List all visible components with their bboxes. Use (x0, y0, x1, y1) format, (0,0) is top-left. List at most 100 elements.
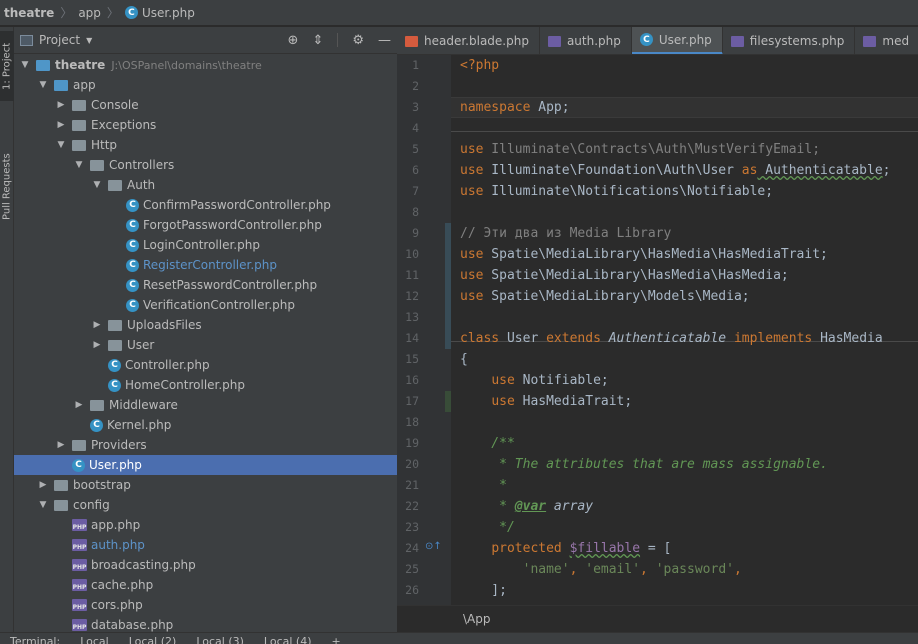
tree-item[interactable]: ▼ app (14, 75, 397, 95)
editor-breadcrumb[interactable]: \App (397, 605, 918, 632)
line-number: 22 (405, 499, 419, 513)
chevron-down-icon[interactable]: ▼ (18, 60, 32, 70)
chevron-right-icon[interactable]: ▶ (90, 320, 104, 330)
code-line[interactable]: { (460, 349, 468, 370)
chevron-down-icon[interactable]: ▼ (54, 140, 68, 150)
line-number: 20 (405, 457, 419, 471)
code-line[interactable]: <?php (460, 55, 499, 76)
code-line[interactable]: use Spatie\MediaLibrary\Models\Media; (460, 286, 750, 307)
code-token: use (460, 163, 484, 178)
toolbar-divider (337, 33, 339, 47)
code-line[interactable]: class User extends Authenticatable imple… (460, 328, 883, 349)
terminal-tab[interactable]: Local (3) (186, 633, 254, 644)
tree-item[interactable]: ▼ config (14, 495, 397, 515)
tree-item[interactable]: ▶ Middleware (14, 395, 397, 415)
new-terminal-button[interactable]: + (322, 633, 351, 644)
tree-item[interactable]: C HomeController.php (14, 375, 397, 395)
minimize-icon[interactable]: — (378, 33, 391, 48)
tree-item[interactable]: C RegisterController.php (14, 255, 397, 275)
chevron-down-icon[interactable]: ▼ (90, 180, 104, 190)
project-panel: Project ▼ ⊕ ⇕ ⚙ — ▼ theatre J:\OSPanel\dom… (14, 27, 408, 632)
tree-item[interactable]: C LoginController.php (14, 235, 397, 255)
code-line[interactable]: use HasMediaTrait; (460, 391, 632, 412)
tree-item[interactable]: ▶ Providers (14, 435, 397, 455)
code-line[interactable]: use Illuminate\Foundation\Auth\User as A… (460, 160, 890, 181)
tree-item[interactable]: ▼ Controllers (14, 155, 397, 175)
code-editor[interactable]: 1 2 3 4 5 6 7 8 9 10 11 12 13 14 15 16 17 18 19 20 21 22 23 24 2… (397, 55, 918, 605)
chevron-right-icon[interactable]: ▶ (54, 440, 68, 450)
chevron-down-icon[interactable]: ▼ (72, 160, 86, 170)
tree-item[interactable]: PHP broadcasting.php (14, 555, 397, 575)
code-line[interactable]: /** (460, 433, 515, 454)
tree-item[interactable]: ▶ Exceptions (14, 115, 397, 135)
tree-item[interactable]: PHP auth.php (14, 535, 397, 555)
breadcrumb-project[interactable]: theatre (4, 6, 54, 20)
code-line[interactable]: ]; (460, 580, 507, 601)
chevron-right-icon[interactable]: ▶ (36, 480, 50, 490)
tree-item[interactable]: C Kernel.php (14, 415, 397, 435)
terminal-tab[interactable]: Local (4) (254, 633, 322, 644)
vcs-change-marker[interactable] (445, 223, 451, 349)
tree-item[interactable]: ▶ User (14, 335, 397, 355)
tree-item[interactable]: PHP cache.php (14, 575, 397, 595)
tree-item[interactable]: C ForgotPasswordController.php (14, 215, 397, 235)
vcs-change-marker[interactable] (445, 391, 451, 412)
code-line[interactable]: * The attributes that are mass assignabl… (460, 454, 828, 475)
tree-item[interactable]: PHP cors.php (14, 595, 397, 615)
tree-item[interactable]: ▶ Console (14, 95, 397, 115)
php-file-icon (863, 35, 877, 47)
code-line[interactable]: 'name', 'email', 'password', (460, 559, 742, 580)
collapse-all-icon[interactable]: ⇕ (312, 33, 323, 48)
editor-tab[interactable]: C User.php (631, 27, 723, 54)
code-line[interactable]: * (460, 475, 507, 496)
locate-file-icon[interactable]: ⊕ (288, 33, 299, 48)
tree-item[interactable]: ▼ Auth (14, 175, 397, 195)
code-line[interactable]: * @var array (460, 496, 593, 517)
breadcrumb-file[interactable]: C User.php (124, 6, 195, 20)
line-number: 11 (405, 268, 419, 282)
class-icon: C (72, 458, 85, 472)
folder-icon (54, 499, 68, 511)
breadcrumb-app[interactable]: app (78, 6, 101, 20)
terminal-tab[interactable]: Local (70, 633, 119, 644)
terminal-tab[interactable]: Local (2) (119, 633, 187, 644)
project-view-selector[interactable]: Project ▼ (20, 33, 92, 47)
code-line[interactable]: use Notifiable; (460, 370, 608, 391)
code-line[interactable]: use Spatie\MediaLibrary\HasMedia\HasMedi… (460, 244, 828, 265)
code-line[interactable]: */ (460, 517, 515, 538)
code-line[interactable]: use Illuminate\Notifications\Notifiable; (460, 181, 773, 202)
code-line[interactable]: // Эти два из Media Library (460, 223, 671, 244)
php-file-icon: PHP (72, 579, 87, 591)
code-line[interactable]: use Illuminate\Contracts\Auth\MustVerify… (460, 139, 820, 160)
tree-item[interactable]: ▼ Http (14, 135, 397, 155)
override-marker-icon[interactable]: ⊙↑ (425, 541, 442, 552)
editor-tab[interactable]: med (855, 27, 918, 54)
chevron-right-icon[interactable]: ▶ (54, 120, 68, 130)
code-line[interactable]: use Spatie\MediaLibrary\HasMedia\HasMedi… (460, 265, 789, 286)
chevron-down-icon[interactable]: ▼ (36, 500, 50, 510)
chevron-right-icon[interactable]: ▶ (90, 340, 104, 350)
code-line[interactable]: protected $fillable = [ (460, 538, 671, 559)
tree-item-label: Auth (127, 178, 156, 192)
tree-item[interactable]: ▶ UploadsFiles (14, 315, 397, 335)
chevron-right-icon[interactable]: ▶ (72, 400, 86, 410)
tree-item[interactable]: PHP app.php (14, 515, 397, 535)
code-token: , (733, 562, 742, 577)
tree-item[interactable]: C ResetPasswordController.php (14, 275, 397, 295)
tree-item[interactable]: C User.php (14, 455, 397, 475)
chevron-down-icon[interactable]: ▼ (36, 80, 50, 90)
tree-item[interactable]: ▼ theatre J:\OSPanel\domains\theatre (14, 55, 397, 75)
code-line[interactable]: namespace App; (460, 97, 570, 118)
tree-item[interactable]: C Controller.php (14, 355, 397, 375)
editor-tab[interactable]: auth.php (540, 27, 632, 54)
editor-tab[interactable]: header.blade.php (397, 27, 540, 54)
chevron-right-icon[interactable]: ▶ (54, 100, 68, 110)
editor-tabs: header.blade.php auth.php C User.php filesys… (397, 27, 918, 55)
tree-item[interactable]: ▶ bootstrap (14, 475, 397, 495)
tree-item[interactable]: C VerificationController.php (14, 295, 397, 315)
pull-requests-tool-tab[interactable]: Pull Requests (0, 139, 14, 235)
gear-icon[interactable]: ⚙ (352, 33, 364, 48)
tree-item[interactable]: C ConfirmPasswordController.php (14, 195, 397, 215)
editor-tab[interactable]: filesystems.php (723, 27, 856, 54)
project-tool-tab[interactable]: 1: Project (0, 31, 14, 101)
